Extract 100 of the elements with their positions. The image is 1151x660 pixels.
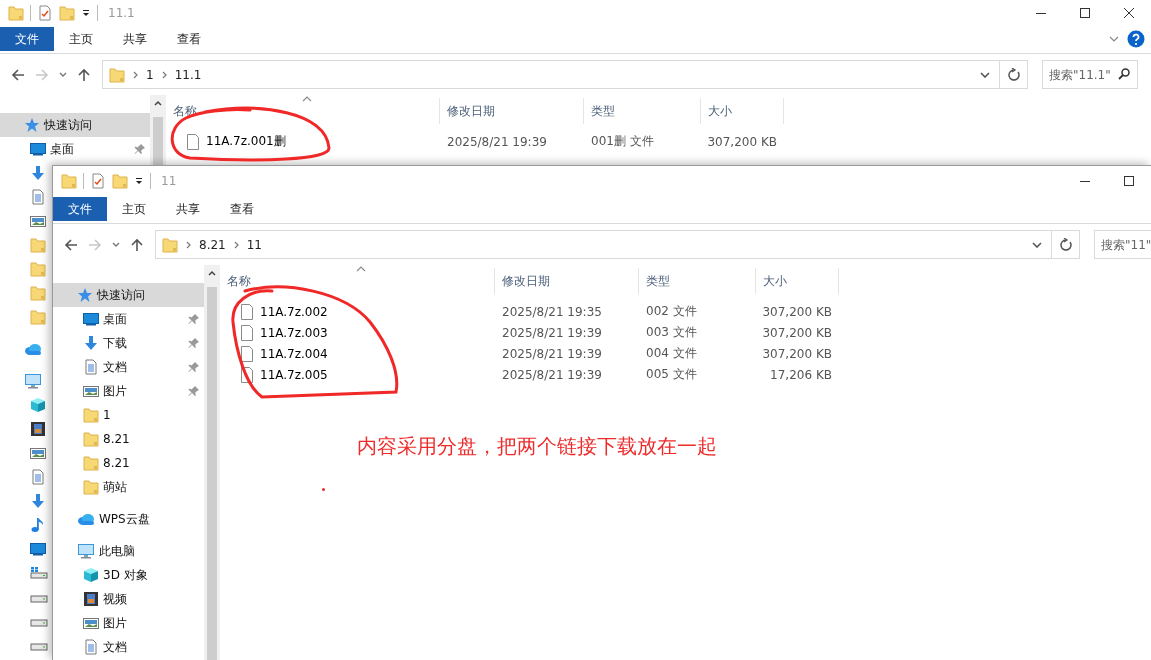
picture-icon bbox=[30, 445, 46, 461]
search-field[interactable]: 搜索"11" bbox=[1094, 230, 1151, 259]
search-icon bbox=[1118, 68, 1130, 80]
document-icon bbox=[83, 639, 99, 655]
ribbon-tab[interactable]: 共享 bbox=[108, 27, 162, 51]
ribbon-tab[interactable]: 文件 bbox=[53, 197, 107, 221]
caret-icon bbox=[81, 8, 91, 18]
nav-item[interactable]: 8.21 bbox=[53, 427, 204, 451]
nav-item[interactable]: 快速访问 bbox=[53, 283, 204, 307]
file-name: 11A.7z.002 bbox=[260, 304, 328, 319]
nav-item[interactable]: 文档 bbox=[53, 635, 204, 659]
breadcrumb-item[interactable]: 8.21 bbox=[199, 237, 226, 252]
column-header[interactable]: 大小 bbox=[756, 268, 839, 294]
column-header[interactable]: 名称 bbox=[220, 268, 495, 294]
file-size: 307,200 KB bbox=[761, 325, 833, 340]
star-icon bbox=[24, 117, 40, 133]
search-field[interactable]: 搜索"11.1" bbox=[1042, 60, 1138, 89]
ribbon-tab[interactable]: 共享 bbox=[161, 197, 215, 221]
ribbon-tab[interactable]: 文件 bbox=[0, 27, 54, 51]
nav-item[interactable]: 萌站 bbox=[53, 475, 204, 499]
file-size: 307,200 KB bbox=[706, 134, 778, 149]
scrollbar[interactable] bbox=[204, 265, 220, 660]
close-icon bbox=[1123, 7, 1135, 19]
arrow-right-icon bbox=[88, 237, 102, 252]
nav-item[interactable]: 8.21 bbox=[53, 451, 204, 475]
address-bar[interactable]: 8.21 11 bbox=[155, 230, 1080, 259]
column-header[interactable]: 修改日期 bbox=[495, 268, 639, 294]
folder-icon bbox=[8, 5, 24, 21]
column-header[interactable]: 大小 bbox=[701, 98, 784, 124]
nav-item[interactable]: WPS云盘 bbox=[53, 507, 204, 531]
file-type: 002 文件 bbox=[645, 303, 698, 320]
nav-item[interactable]: 快速访问 bbox=[0, 113, 150, 137]
file-row[interactable]: 11A.7z.003 2025/8/21 19:39 003 文件 307,200 KB bbox=[220, 322, 1151, 343]
folder-icon bbox=[83, 407, 99, 423]
nav-item[interactable]: 图片 bbox=[53, 379, 204, 403]
file-row[interactable]: 11A.7z.002 2025/8/21 19:35 002 文件 307,200 KB bbox=[220, 301, 1151, 322]
annotation-text: 内容采用分盘，把两个链接下载放在一起 bbox=[357, 433, 717, 460]
dot-mark bbox=[322, 488, 325, 491]
window-title: 11 bbox=[161, 174, 177, 188]
file-type: 003 文件 bbox=[645, 324, 698, 341]
film-icon bbox=[83, 591, 99, 607]
ribbon-tab[interactable]: 主页 bbox=[54, 27, 108, 51]
download-arrow-icon bbox=[30, 493, 46, 509]
file-size: 307,200 KB bbox=[761, 304, 833, 319]
folder-icon bbox=[59, 5, 75, 21]
chevron-right-icon bbox=[133, 70, 138, 79]
breadcrumb-item[interactable]: 11.1 bbox=[174, 67, 202, 82]
file-icon bbox=[240, 324, 254, 341]
chevron-down-icon bbox=[59, 71, 67, 78]
document-icon bbox=[30, 189, 46, 205]
file-icon bbox=[240, 303, 254, 320]
monitor-icon bbox=[83, 311, 99, 327]
folder-icon bbox=[83, 479, 99, 495]
nav-item[interactable]: 视频 bbox=[53, 587, 204, 611]
column-header[interactable]: 类型 bbox=[584, 98, 701, 124]
nav-item[interactable]: 图片 bbox=[53, 611, 204, 635]
nav-item[interactable]: 此电脑 bbox=[53, 539, 204, 563]
file-type: 004 文件 bbox=[645, 345, 698, 362]
file-row[interactable]: 11A.7z.004 2025/8/21 19:39 004 文件 307,200 KB bbox=[220, 343, 1151, 364]
folder-icon bbox=[83, 431, 99, 447]
breadcrumb-item[interactable]: 1 bbox=[146, 67, 154, 82]
film-icon bbox=[30, 421, 46, 437]
nav-item[interactable]: 3D 对象 bbox=[53, 563, 204, 587]
scrollbar[interactable] bbox=[150, 95, 166, 166]
column-header[interactable]: 类型 bbox=[639, 268, 756, 294]
computer-icon bbox=[24, 373, 42, 389]
maximize-icon bbox=[1079, 7, 1091, 19]
modified-date: 2025/8/21 19:39 bbox=[501, 346, 603, 361]
ribbon-tab[interactable]: 主页 bbox=[107, 197, 161, 221]
address-bar[interactable]: 1 11.1 bbox=[102, 60, 1028, 89]
nav-item[interactable]: 桌面 bbox=[0, 137, 150, 161]
chevron-right-icon bbox=[161, 70, 167, 79]
window-title: 11.1 bbox=[108, 6, 135, 20]
nav-item[interactable]: 下载 bbox=[53, 331, 204, 355]
ribbon-tab[interactable]: 查看 bbox=[215, 197, 269, 221]
ribbon-tab[interactable]: 查看 bbox=[162, 27, 216, 51]
chevron-down-icon bbox=[112, 241, 120, 248]
file-icon bbox=[240, 366, 254, 383]
file-name: 11A.7z.005 bbox=[260, 367, 328, 382]
monitor-icon bbox=[30, 141, 46, 157]
arrow-up-icon bbox=[77, 67, 91, 82]
folder-icon bbox=[162, 236, 178, 253]
nav-item[interactable]: 1 bbox=[53, 403, 204, 427]
file-icon bbox=[240, 345, 254, 362]
file-type: 005 文件 bbox=[645, 366, 698, 383]
file-size: 307,200 KB bbox=[761, 346, 833, 361]
arrow-up-icon bbox=[130, 237, 144, 252]
nav-item[interactable]: 文档 bbox=[53, 355, 204, 379]
file-row[interactable]: 11A.7z.005 2025/8/21 19:39 005 文件 17,206 KB bbox=[220, 364, 1151, 385]
refresh-icon bbox=[1006, 67, 1021, 82]
file-row[interactable]: 11A.7z.001删 2025/8/21 19:39 001删 文件 307,200 KB bbox=[166, 131, 1151, 152]
column-header[interactable]: 修改日期 bbox=[440, 98, 584, 124]
picture-icon bbox=[83, 615, 99, 631]
arrow-right-icon bbox=[35, 67, 49, 82]
breadcrumb-item[interactable]: 11 bbox=[246, 237, 262, 252]
folder-icon bbox=[30, 309, 46, 325]
computer-icon bbox=[77, 543, 95, 559]
chevron-down-icon bbox=[1031, 241, 1042, 248]
music-note-icon bbox=[30, 517, 46, 533]
nav-item[interactable]: 桌面 bbox=[53, 307, 204, 331]
